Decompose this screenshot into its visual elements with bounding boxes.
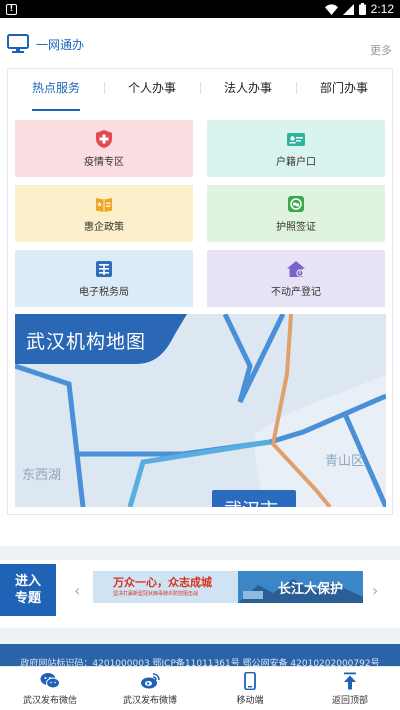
- banner-slogan: 万众一心，众志成城: [113, 576, 212, 589]
- back-to-top-icon: [344, 672, 356, 689]
- section-divider: [0, 546, 400, 560]
- special-topic-section: 进入 专题 ‹ 万众一心，众志成城 坚决打赢新型冠状病毒肺炎防控阻击战 长江大保…: [0, 560, 400, 628]
- service-tile-real-estate-registration[interactable]: 不动产登记: [207, 250, 385, 307]
- service-label: 户籍户口: [276, 157, 316, 168]
- nav-wechat[interactable]: 武汉发布微信: [0, 667, 100, 710]
- house-icon: [287, 261, 305, 277]
- nav-label: 返回顶部: [331, 695, 368, 706]
- tab-label: 热点服务: [31, 81, 80, 95]
- service-label: 电子税务局: [79, 287, 129, 298]
- tab-label: 个人办事: [127, 81, 176, 95]
- tab-personal-affairs[interactable]: 个人办事: [104, 69, 200, 113]
- weibo-icon: [141, 672, 160, 688]
- nav-mobile[interactable]: 移动端: [200, 667, 300, 710]
- nav-weibo[interactable]: 武汉发布微博: [100, 667, 200, 710]
- tab-department-affairs[interactable]: 部门办事: [296, 69, 392, 113]
- nav-back-to-top[interactable]: 返回顶部: [300, 667, 400, 710]
- chevron-left-icon[interactable]: ‹: [74, 581, 80, 600]
- one-network-service-card: 一网通办 更多 热点服务 个人办事 法人办事 部门办事 疫情专区 户籍户口 惠企…: [0, 18, 400, 546]
- map-place-dongxihu: 东西湖: [22, 468, 62, 483]
- map-place-qingshan: 青山区: [325, 454, 365, 469]
- service-tile-e-tax-bureau[interactable]: 电子税务局: [15, 250, 193, 307]
- map-title: 武汉机构地图: [26, 331, 147, 353]
- service-tile-enterprise-policy[interactable]: 惠企政策: [15, 185, 193, 242]
- tab-hot-services[interactable]: 热点服务: [8, 69, 104, 113]
- service-tile-epidemic[interactable]: 疫情专区: [15, 120, 193, 177]
- wechat-icon: [40, 672, 60, 688]
- tax-icon: [96, 261, 112, 277]
- service-label: 惠企政策: [84, 222, 124, 233]
- monitor-icon: [7, 34, 29, 53]
- status-time: 2:12: [370, 2, 394, 16]
- tab-corporate-affairs[interactable]: 法人办事: [200, 69, 296, 113]
- nav-label: 武汉发布微信: [22, 695, 77, 706]
- more-link[interactable]: 更多: [370, 42, 392, 58]
- status-bar: ! 2:12: [0, 0, 400, 18]
- id-card-icon: [287, 133, 305, 146]
- tab-label: 部门办事: [319, 81, 368, 95]
- tab-label: 法人办事: [223, 81, 272, 95]
- service-label: 疫情专区: [84, 157, 124, 168]
- banner-subtitle: 坚决打赢新型冠状病毒肺炎防控阻击战: [113, 591, 199, 597]
- passport-icon: [288, 196, 304, 212]
- signal-icon: [342, 3, 354, 15]
- institution-map[interactable]: 武汉机构地图 东西湖 青山区 武汉市: [15, 314, 386, 507]
- nav-label: 移动端: [236, 695, 264, 706]
- service-tile-household-registration[interactable]: 户籍户口: [207, 120, 385, 177]
- page: 一网通办 更多 热点服务 个人办事 法人办事 部门办事 疫情专区 户籍户口 惠企…: [0, 18, 400, 684]
- topic-label-line: 专题: [14, 591, 41, 606]
- service-tabs: 热点服务 个人办事 法人办事 部门办事: [8, 69, 392, 113]
- book-icon: [96, 198, 112, 212]
- shield-cross-icon: [96, 130, 112, 148]
- service-label: 不动产登记: [271, 287, 321, 298]
- service-tile-passport-visa[interactable]: 护照签证: [207, 185, 385, 242]
- nav-label: 武汉发布微博: [122, 695, 177, 706]
- service-label: 护照签证: [276, 222, 316, 233]
- wifi-icon: [324, 3, 338, 15]
- chevron-right-icon[interactable]: ›: [372, 581, 378, 600]
- bottom-nav: 武汉发布微信 武汉发布微博 移动端 返回顶部: [0, 666, 400, 710]
- topic-label-line: 进入: [14, 574, 41, 589]
- map-place-wuhan: 武汉市: [212, 490, 296, 507]
- alert-icon: !: [6, 3, 17, 15]
- mobile-icon: [244, 671, 256, 690]
- section-header: 一网通办 更多: [0, 30, 400, 60]
- active-tab-indicator: [32, 109, 80, 111]
- battery-icon: [358, 3, 366, 15]
- topic-banner[interactable]: 万众一心，众志成城 坚决打赢新型冠状病毒肺炎防控阻击战 长江大保护: [93, 571, 363, 603]
- service-panel: 热点服务 个人办事 法人办事 部门办事 疫情专区 户籍户口 惠企政策 护照签证 …: [7, 68, 393, 515]
- enter-topic-label[interactable]: 进入 专题: [0, 564, 56, 616]
- section-title: 一网通办: [36, 38, 85, 52]
- banner-yangtze: 长江大保护: [278, 582, 344, 597]
